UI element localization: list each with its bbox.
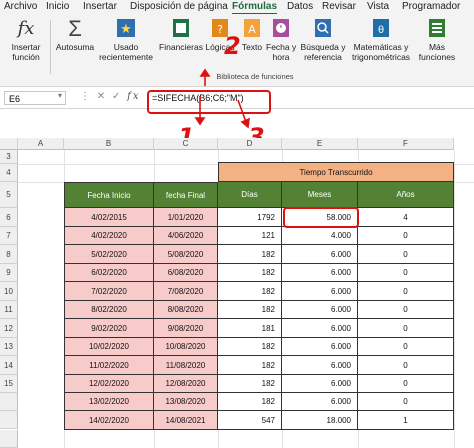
fecha-final-cell[interactable]: 8/08/2020 [154, 301, 218, 319]
fecha-inicio-cell[interactable]: 11/02/2020 [64, 356, 154, 375]
row-header[interactable]: 13 [0, 338, 18, 356]
dias-cell[interactable]: 182 [218, 282, 282, 301]
meses-cell[interactable]: 6.000 [282, 356, 358, 375]
fecha-inicio-cell[interactable]: 5/02/2020 [64, 245, 154, 264]
anos-cell[interactable]: 0 [358, 227, 454, 245]
row-header[interactable]: 3 [0, 150, 18, 164]
fecha-final-cell[interactable]: 5/08/2020 [154, 245, 218, 264]
select-all-corner[interactable] [0, 138, 18, 150]
fecha-inicio-cell[interactable]: 4/02/2020 [64, 227, 154, 245]
row-header[interactable]: 8 [0, 245, 18, 264]
fecha-final-cell[interactable]: 1/01/2020 [154, 208, 218, 227]
dias-cell[interactable]: 182 [218, 375, 282, 393]
fecha-inicio-cell[interactable]: 12/02/2020 [64, 375, 154, 393]
dias-cell[interactable]: 181 [218, 319, 282, 338]
annotation-2: 2 [224, 32, 241, 60]
meses-cell[interactable]: 18.000 [282, 411, 358, 430]
fecha-inicio-cell[interactable]: 13/02/2020 [64, 393, 154, 411]
meses-cell[interactable]: 6.000 [282, 375, 358, 393]
dias-cell[interactable]: 182 [218, 393, 282, 411]
fecha-inicio-cell[interactable]: 7/02/2020 [64, 282, 154, 301]
anos-cell[interactable]: 0 [358, 393, 454, 411]
row-header[interactable] [0, 430, 18, 448]
arrow-3 [237, 99, 247, 123]
row-header[interactable]: 14 [0, 356, 18, 375]
column-header-b[interactable]: B [64, 138, 154, 150]
dias-cell[interactable]: 121 [218, 227, 282, 245]
fecha-final-cell[interactable]: 9/08/2020 [154, 319, 218, 338]
meses-cell[interactable]: 6.000 [282, 338, 358, 356]
row-header[interactable] [0, 411, 18, 429]
row-header[interactable]: 4 [0, 164, 18, 182]
column-header-f[interactable]: F [358, 138, 454, 150]
row-header[interactable]: 15 [0, 375, 18, 393]
column-header-a[interactable]: A [18, 138, 64, 150]
arrow-2-head [199, 68, 211, 77]
header-fecha-inicio[interactable]: Fecha Inicio [64, 182, 154, 208]
meses-cell[interactable]: 6.000 [282, 245, 358, 264]
column-header-e[interactable]: E [282, 138, 358, 150]
dias-cell[interactable]: 547 [218, 411, 282, 430]
row-header[interactable]: 12 [0, 319, 18, 338]
header-dias[interactable]: Días [218, 182, 282, 208]
fecha-inicio-cell[interactable]: 8/02/2020 [64, 301, 154, 319]
fecha-final-cell[interactable]: 4/06/2020 [154, 227, 218, 245]
dias-cell[interactable]: 182 [218, 264, 282, 282]
anos-cell[interactable]: 0 [358, 356, 454, 375]
dias-cell[interactable]: 182 [218, 356, 282, 375]
anos-cell[interactable]: 0 [358, 264, 454, 282]
fecha-final-cell[interactable]: 10/08/2020 [154, 338, 218, 356]
merged-header-tiempo[interactable]: Tiempo Transcurrido [218, 162, 454, 182]
dias-cell[interactable]: 182 [218, 338, 282, 356]
row-header[interactable]: 5 [0, 182, 18, 208]
row-header[interactable]: 10 [0, 282, 18, 301]
anos-cell[interactable]: 0 [358, 282, 454, 301]
fecha-inicio-cell[interactable]: 9/02/2020 [64, 319, 154, 338]
anos-cell[interactable]: 0 [358, 301, 454, 319]
row-header[interactable]: 11 [0, 301, 18, 319]
fecha-inicio-cell[interactable]: 4/02/2015 [64, 208, 154, 227]
anos-cell[interactable]: 0 [358, 319, 454, 338]
meses-cell[interactable]: 4.000 [282, 227, 358, 245]
fecha-inicio-cell[interactable]: 10/02/2020 [64, 338, 154, 356]
header-anos[interactable]: Años [358, 182, 454, 208]
column-header-d[interactable]: D [218, 138, 282, 150]
anos-cell[interactable]: 0 [358, 338, 454, 356]
fecha-final-cell[interactable]: 7/08/2020 [154, 282, 218, 301]
fecha-inicio-cell[interactable]: 6/02/2020 [64, 264, 154, 282]
header-fecha-final[interactable]: fecha Final [154, 182, 218, 208]
fecha-final-cell[interactable]: 13/08/2020 [154, 393, 218, 411]
meses-cell[interactable]: 6.000 [282, 393, 358, 411]
fecha-inicio-cell[interactable]: 14/02/2020 [64, 411, 154, 430]
fecha-final-cell[interactable]: 12/08/2020 [154, 375, 218, 393]
dias-cell[interactable]: 182 [218, 301, 282, 319]
anos-cell[interactable]: 0 [358, 375, 454, 393]
fecha-final-cell[interactable]: 11/08/2020 [154, 356, 218, 375]
dias-cell[interactable]: 1792 [218, 208, 282, 227]
row-header[interactable]: 9 [0, 264, 18, 282]
row-header[interactable]: 6 [0, 208, 18, 227]
dias-cell[interactable]: 182 [218, 245, 282, 264]
cell-e6-highlight [283, 207, 359, 228]
anos-cell[interactable]: 4 [358, 208, 454, 227]
row-header[interactable] [0, 393, 18, 411]
meses-cell[interactable]: 6.000 [282, 301, 358, 319]
meses-cell[interactable]: 6.000 [282, 282, 358, 301]
meses-cell[interactable]: 6.000 [282, 319, 358, 338]
row-header[interactable]: 7 [0, 227, 18, 245]
fecha-final-cell[interactable]: 6/08/2020 [154, 264, 218, 282]
meses-cell[interactable]: 6.000 [282, 264, 358, 282]
fecha-final-cell[interactable]: 14/08/2021 [154, 411, 218, 430]
anos-cell[interactable]: 1 [358, 411, 454, 430]
arrow-1-head [194, 117, 206, 126]
anos-cell[interactable]: 0 [358, 245, 454, 264]
gridline [454, 150, 455, 448]
header-meses[interactable]: Meses [282, 182, 358, 208]
column-header-c[interactable]: C [154, 138, 218, 150]
